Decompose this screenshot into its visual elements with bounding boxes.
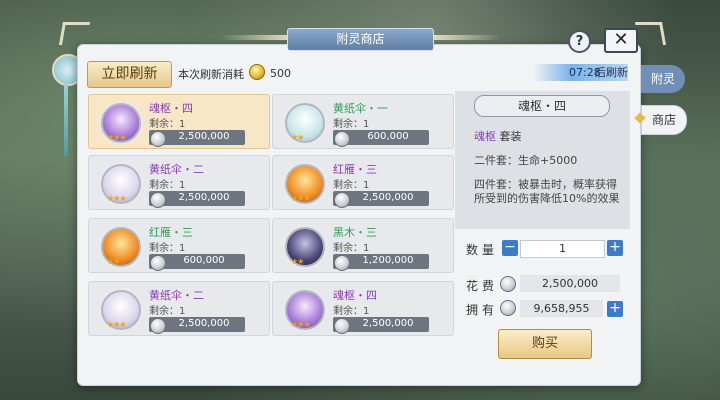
silver-coin-icon: [334, 318, 350, 334]
item-stock: 剩余：1: [333, 176, 369, 191]
item-name: 黄纸伞・二: [149, 289, 204, 302]
item-price: 2,500,000: [178, 131, 230, 142]
four-piece-bonus: 四件套：被暴击时，概率获得所受到的伤害降低10%的效果: [474, 178, 620, 205]
refresh-cost-value: 500: [270, 67, 291, 80]
shop-item[interactable]: ★★ 黑木・三 剩余：1 1,200,000: [272, 218, 454, 273]
stock-value: 1: [179, 243, 186, 254]
cost-value: 2,500,000: [520, 275, 620, 292]
shop-item[interactable]: ★★★ 黄纸伞・二 剩余：1 2,500,000: [88, 155, 270, 210]
quantity-label: 数量: [466, 243, 499, 257]
add-currency-button[interactable]: +: [607, 301, 623, 317]
stock-label: 剩余：: [333, 180, 363, 191]
two-piece-bonus: 二件套：生命+5000: [474, 154, 578, 167]
stock-value: 1: [179, 180, 186, 191]
title-wing-right: [432, 35, 502, 40]
close-button[interactable]: ✕: [604, 28, 638, 53]
item-stock: 剩余：1: [149, 239, 185, 254]
silver-coin-icon: [334, 255, 350, 271]
silver-coin-icon: [150, 192, 166, 208]
stock-value: 1: [363, 243, 370, 254]
star-rating-icon: ★★★: [291, 194, 310, 203]
quantity-increase-button[interactable]: +: [607, 240, 623, 256]
item-stock: 剩余：1: [149, 302, 185, 317]
silver-coin-icon: [500, 300, 516, 316]
item-price: 2,500,000: [178, 192, 230, 203]
item-stock: 剩余：1: [333, 115, 369, 130]
item-price: 2,500,000: [362, 192, 414, 203]
item-name: 红雁・三: [149, 226, 193, 239]
stock-label: 剩余：: [333, 306, 363, 317]
shop-item[interactable]: ★★★ 魂枢・四 剩余：1 2,500,000: [272, 281, 454, 336]
stock-value: 1: [179, 306, 186, 317]
set-name: 魂枢: [474, 130, 496, 143]
silver-coin-icon: [334, 192, 350, 208]
star-rating-icon: ★★★: [291, 320, 310, 329]
title-wing-left: [220, 35, 290, 40]
item-name: 黄纸伞・二: [149, 163, 204, 176]
tab-shop[interactable]: 商店: [641, 105, 687, 135]
item-name: 魂枢・四: [149, 102, 193, 115]
help-button[interactable]: ?: [568, 30, 591, 53]
silver-coin-icon: [150, 131, 166, 147]
gold-coin-icon: [249, 64, 265, 80]
item-price: 2,500,000: [178, 318, 230, 329]
detail-set: 魂枢 套装: [474, 128, 522, 144]
stock-label: 剩余：: [149, 243, 179, 254]
silver-coin-icon: [150, 255, 166, 271]
silver-coin-icon: [150, 318, 166, 334]
stock-value: 1: [363, 180, 370, 191]
item-stock: 剩余：1: [333, 302, 369, 317]
stock-value: 1: [179, 119, 186, 130]
stock-label: 剩余：: [149, 119, 179, 130]
item-price: 600,000: [183, 255, 225, 266]
item-stock: 剩余：1: [149, 176, 185, 191]
quantity-input[interactable]: 1: [520, 240, 605, 258]
refresh-timer: 07:28 后刷新: [533, 64, 628, 81]
stock-value: 1: [363, 306, 370, 317]
timer-label: 后刷新: [595, 66, 628, 79]
cost-label: 花费: [466, 279, 499, 293]
set-word: 套装: [499, 130, 522, 143]
item-price: 600,000: [367, 131, 409, 142]
item-name: 黑木・三: [333, 226, 377, 239]
item-price: 2,500,000: [362, 318, 414, 329]
shop-item[interactable]: ★★ 黄纸伞・一 剩余：1 600,000: [272, 94, 454, 149]
window-title: 附灵商店: [287, 28, 434, 51]
item-name: 黄纸伞・一: [333, 102, 388, 115]
stock-value: 1: [363, 119, 370, 130]
quantity-decrease-button[interactable]: −: [502, 240, 518, 256]
corner-ornament-right: [634, 22, 667, 45]
star-rating-icon: ★★: [291, 257, 304, 266]
tab-fuling[interactable]: 附灵: [641, 65, 685, 93]
stock-label: 剩余：: [149, 306, 179, 317]
corner-ornament-left: [58, 22, 91, 45]
item-stock: 剩余：1: [149, 115, 185, 130]
star-rating-icon: ★★: [291, 133, 304, 142]
item-name: 红雁・三: [333, 163, 377, 176]
star-rating-icon: ★★★: [107, 320, 126, 329]
item-stock: 剩余：1: [333, 239, 369, 254]
detail-title: 魂枢・四: [474, 95, 610, 117]
owned-value: 9,658,955: [520, 300, 603, 317]
item-price: 1,200,000: [362, 255, 414, 266]
star-rating-icon: ★★★: [107, 194, 126, 203]
shop-item[interactable]: ★★★ 黄纸伞・二 剩余：1 2,500,000: [88, 281, 270, 336]
pendant-tassel: [64, 84, 68, 156]
shop-item[interactable]: ★★★ 魂枢・四 剩余：1 2,500,000: [88, 94, 270, 149]
shop-item[interactable]: ★★ 红雁・三 剩余：1 600,000: [88, 218, 270, 273]
silver-coin-icon: [500, 276, 516, 292]
owned-label: 拥有: [466, 303, 499, 317]
star-rating-icon: ★★★: [107, 133, 126, 142]
silver-coin-icon: [334, 131, 350, 147]
refresh-cost-label: 本次刷新消耗: [178, 68, 244, 81]
star-rating-icon: ★★: [107, 257, 120, 266]
item-name: 魂枢・四: [333, 289, 377, 302]
refresh-now-button[interactable]: 立即刷新: [87, 61, 172, 88]
stock-label: 剩余：: [333, 119, 363, 130]
shop-item[interactable]: ★★★ 红雁・三 剩余：1 2,500,000: [272, 155, 454, 210]
stock-label: 剩余：: [149, 180, 179, 191]
buy-button[interactable]: 购买: [498, 329, 592, 359]
stock-label: 剩余：: [333, 243, 363, 254]
